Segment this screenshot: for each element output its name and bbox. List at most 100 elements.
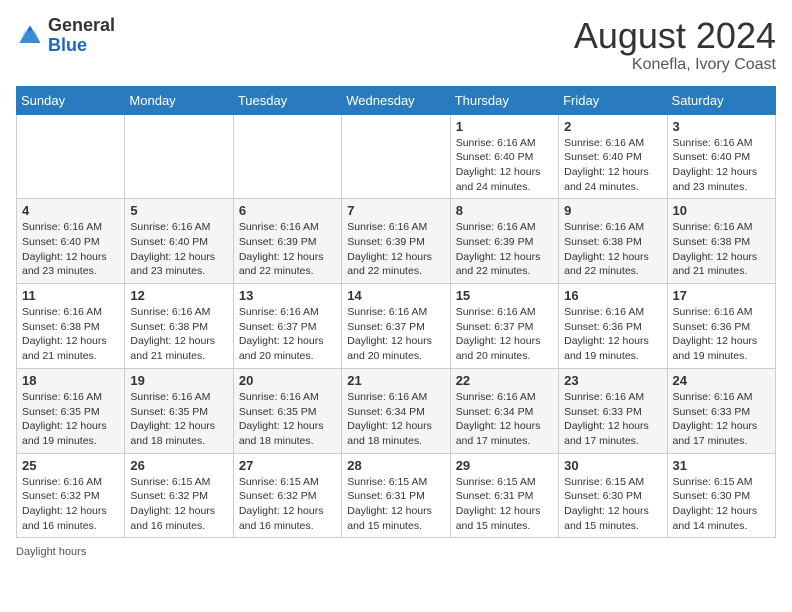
day-info: Sunrise: 6:16 AM Sunset: 6:38 PM Dayligh…	[673, 220, 770, 279]
calendar-cell	[125, 114, 233, 199]
calendar-cell: 29 Sunrise: 6:15 AM Sunset: 6:31 PM Dayli…	[450, 453, 558, 538]
calendar-cell: 11 Sunrise: 6:16 AM Sunset: 6:38 PM Dayli…	[17, 284, 125, 369]
day-info: Sunrise: 6:16 AM Sunset: 6:38 PM Dayligh…	[22, 305, 119, 364]
calendar-cell	[17, 114, 125, 199]
calendar-week-row: 4 Sunrise: 6:16 AM Sunset: 6:40 PM Daylig…	[17, 199, 776, 284]
day-info: Sunrise: 6:15 AM Sunset: 6:30 PM Dayligh…	[673, 475, 770, 534]
day-number: 16	[564, 288, 661, 303]
calendar-cell: 16 Sunrise: 6:16 AM Sunset: 6:36 PM Dayli…	[559, 284, 667, 369]
day-info: Sunrise: 6:16 AM Sunset: 6:40 PM Dayligh…	[564, 136, 661, 195]
location-subtitle: Konefla, Ivory Coast	[574, 56, 776, 74]
day-number: 19	[130, 373, 227, 388]
day-info: Sunrise: 6:16 AM Sunset: 6:34 PM Dayligh…	[456, 390, 553, 449]
day-number: 20	[239, 373, 336, 388]
day-number: 24	[673, 373, 770, 388]
day-info: Sunrise: 6:16 AM Sunset: 6:38 PM Dayligh…	[564, 220, 661, 279]
calendar-cell: 14Sunrise: 6:16 AM Sunset: 6:37 PM Dayli…	[342, 284, 450, 369]
calendar-cell: 8 Sunrise: 6:16 AM Sunset: 6:39 PM Daylig…	[450, 199, 558, 284]
calendar-cell: 12Sunrise: 6:16 AM Sunset: 6:38 PM Dayli…	[125, 284, 233, 369]
calendar-cell: 26Sunrise: 6:15 AM Sunset: 6:32 PM Dayli…	[125, 453, 233, 538]
day-number: 31	[673, 458, 770, 473]
calendar-cell	[342, 114, 450, 199]
calendar-cell: 18Sunrise: 6:16 AM Sunset: 6:35 PM Dayli…	[17, 368, 125, 453]
day-info: Sunrise: 6:15 AM Sunset: 6:32 PM Dayligh…	[239, 475, 336, 534]
day-info: Sunrise: 6:16 AM Sunset: 6:36 PM Dayligh…	[564, 305, 661, 364]
day-info: Sunrise: 6:16 AM Sunset: 6:38 PM Dayligh…	[130, 305, 227, 364]
column-header-tuesday: Tuesday	[233, 86, 341, 114]
column-header-friday: Friday	[559, 86, 667, 114]
day-number: 5	[130, 203, 227, 218]
day-info: Sunrise: 6:16 AM Sunset: 6:40 PM Dayligh…	[22, 220, 119, 279]
day-number: 6	[239, 203, 336, 218]
day-number: 8	[456, 203, 553, 218]
calendar-cell: 22 Sunrise: 6:16 AM Sunset: 6:34 PM Dayli…	[450, 368, 558, 453]
day-info: Sunrise: 6:16 AM Sunset: 6:35 PM Dayligh…	[130, 390, 227, 449]
calendar-week-row: 11 Sunrise: 6:16 AM Sunset: 6:38 PM Dayli…	[17, 284, 776, 369]
calendar-week-row: 25 Sunrise: 6:16 AM Sunset: 6:32 PM Dayli…	[17, 453, 776, 538]
day-number: 7	[347, 203, 444, 218]
day-info: Sunrise: 6:16 AM Sunset: 6:39 PM Dayligh…	[456, 220, 553, 279]
day-info: Sunrise: 6:16 AM Sunset: 6:35 PM Dayligh…	[22, 390, 119, 449]
day-number: 1	[456, 119, 553, 134]
logo: General Blue	[16, 16, 115, 56]
day-info: Sunrise: 6:16 AM Sunset: 6:34 PM Dayligh…	[347, 390, 444, 449]
day-info: Sunrise: 6:15 AM Sunset: 6:31 PM Dayligh…	[347, 475, 444, 534]
calendar-header-row: SundayMondayTuesdayWednesdayThursdayFrid…	[17, 86, 776, 114]
calendar-footer: Daylight hours	[16, 546, 776, 558]
day-number: 21	[347, 373, 444, 388]
title-block: August 2024 Konefla, Ivory Coast	[574, 16, 776, 74]
calendar-cell: 15Sunrise: 6:16 AM Sunset: 6:37 PM Dayli…	[450, 284, 558, 369]
day-number: 11	[22, 288, 119, 303]
calendar-cell: 21 Sunrise: 6:16 AM Sunset: 6:34 PM Dayli…	[342, 368, 450, 453]
day-info: Sunrise: 6:16 AM Sunset: 6:32 PM Dayligh…	[22, 475, 119, 534]
page-header: General Blue August 2024 Konefla, Ivory …	[16, 16, 776, 74]
day-number: 29	[456, 458, 553, 473]
calendar-cell: 1Sunrise: 6:16 AM Sunset: 6:40 PM Daylig…	[450, 114, 558, 199]
calendar-cell: 3Sunrise: 6:16 AM Sunset: 6:40 PM Daylig…	[667, 114, 775, 199]
column-header-sunday: Sunday	[17, 86, 125, 114]
calendar-table: SundayMondayTuesdayWednesdayThursdayFrid…	[16, 86, 776, 539]
column-header-saturday: Saturday	[667, 86, 775, 114]
calendar-cell: 2 Sunrise: 6:16 AM Sunset: 6:40 PM Daylig…	[559, 114, 667, 199]
calendar-cell: 13Sunrise: 6:16 AM Sunset: 6:37 PM Dayli…	[233, 284, 341, 369]
logo-icon	[16, 22, 44, 50]
calendar-cell: 31 Sunrise: 6:15 AM Sunset: 6:30 PM Dayli…	[667, 453, 775, 538]
calendar-cell: 6 Sunrise: 6:16 AM Sunset: 6:39 PM Daylig…	[233, 199, 341, 284]
day-info: Sunrise: 6:16 AM Sunset: 6:37 PM Dayligh…	[239, 305, 336, 364]
day-info: Sunrise: 6:16 AM Sunset: 6:39 PM Dayligh…	[347, 220, 444, 279]
calendar-cell: 25 Sunrise: 6:16 AM Sunset: 6:32 PM Dayli…	[17, 453, 125, 538]
day-number: 22	[456, 373, 553, 388]
day-info: Sunrise: 6:15 AM Sunset: 6:32 PM Dayligh…	[130, 475, 227, 534]
calendar-cell: 20 Sunrise: 6:16 AM Sunset: 6:35 PM Dayli…	[233, 368, 341, 453]
column-header-monday: Monday	[125, 86, 233, 114]
day-info: Sunrise: 6:16 AM Sunset: 6:35 PM Dayligh…	[239, 390, 336, 449]
calendar-cell	[233, 114, 341, 199]
calendar-cell: 7 Sunrise: 6:16 AM Sunset: 6:39 PM Daylig…	[342, 199, 450, 284]
day-number: 27	[239, 458, 336, 473]
logo-blue-text: Blue	[48, 35, 87, 55]
calendar-cell: 28 Sunrise: 6:15 AM Sunset: 6:31 PM Dayli…	[342, 453, 450, 538]
day-number: 23	[564, 373, 661, 388]
day-number: 3	[673, 119, 770, 134]
day-number: 30	[564, 458, 661, 473]
day-number: 4	[22, 203, 119, 218]
day-info: Sunrise: 6:16 AM Sunset: 6:33 PM Dayligh…	[564, 390, 661, 449]
day-number: 28	[347, 458, 444, 473]
calendar-week-row: 1 Sunrise: 6:16 AM Sunset: 6:40 PM Daylig…	[17, 114, 776, 199]
day-number: 2	[564, 119, 661, 134]
day-info: Sunrise: 6:15 AM Sunset: 6:30 PM Dayligh…	[564, 475, 661, 534]
day-info: Sunrise: 6:16 AM Sunset: 6:40 PM Dayligh…	[130, 220, 227, 279]
day-number: 25	[22, 458, 119, 473]
day-info: Sunrise: 6:16 AM Sunset: 6:39 PM Dayligh…	[239, 220, 336, 279]
calendar-cell: 9 Sunrise: 6:16 AM Sunset: 6:38 PM Daylig…	[559, 199, 667, 284]
daylight-hours-label: Daylight hours	[16, 546, 86, 558]
day-number: 15	[456, 288, 553, 303]
day-number: 9	[564, 203, 661, 218]
day-info: Sunrise: 6:15 AM Sunset: 6:31 PM Dayligh…	[456, 475, 553, 534]
calendar-cell: 27 Sunrise: 6:15 AM Sunset: 6:32 PM Dayli…	[233, 453, 341, 538]
day-number: 14	[347, 288, 444, 303]
calendar-cell: 24Sunrise: 6:16 AM Sunset: 6:33 PM Dayli…	[667, 368, 775, 453]
calendar-cell: 4 Sunrise: 6:16 AM Sunset: 6:40 PM Daylig…	[17, 199, 125, 284]
calendar-cell: 5 Sunrise: 6:16 AM Sunset: 6:40 PM Daylig…	[125, 199, 233, 284]
calendar-cell: 30 Sunrise: 6:15 AM Sunset: 6:30 PM Dayli…	[559, 453, 667, 538]
